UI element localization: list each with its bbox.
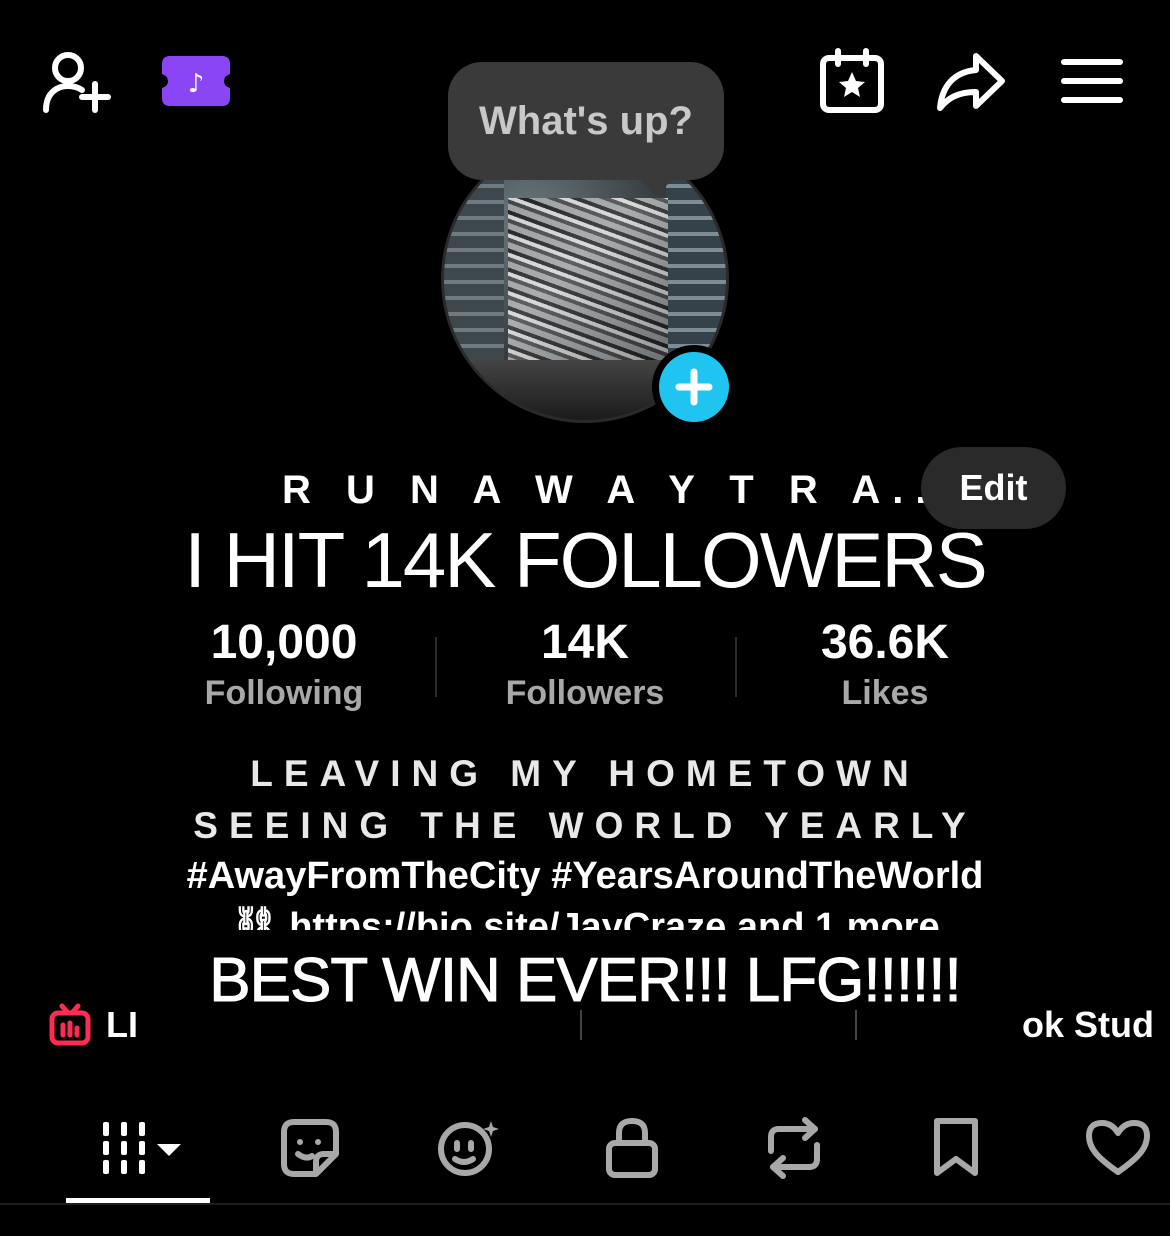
caption-overlay-top: I HIT 14K FOLLOWERS <box>184 516 987 604</box>
svg-text:♪: ♪ <box>188 69 205 99</box>
menu-icon[interactable] <box>1060 56 1124 106</box>
whats-up-tooltip[interactable]: What's up? <box>448 62 724 196</box>
profile-page: ♪ What's up? R U N A W A Y T R A... Edit… <box>0 0 1170 1236</box>
bio-link-text: https://bio.site/JayCraze and 1 more <box>289 906 940 930</box>
bio: LEAVING MY HOMETOWN SEEING THE WORLD YEA… <box>0 748 1170 902</box>
calendar-star-icon[interactable] <box>818 48 886 114</box>
tab-reposts[interactable] <box>744 1110 844 1190</box>
bio-link[interactable]: ⛓ https://bio.site/JayCraze and 1 more <box>0 902 1170 930</box>
repost-icon <box>761 1116 827 1184</box>
add-friend-icon[interactable] <box>40 48 116 116</box>
followers-label: Followers <box>505 674 665 712</box>
likes-stat[interactable]: 36.6K Likes <box>735 615 1035 715</box>
likes-count: 36.6K <box>820 616 950 669</box>
username-switcher[interactable]: R U N A W A Y T R A... <box>282 462 1004 518</box>
plus-icon <box>659 352 729 422</box>
videos-grid-icon <box>95 1118 191 1183</box>
tabs-divider <box>0 1203 1170 1205</box>
lock-icon <box>605 1117 659 1184</box>
following-count: 10,000 <box>210 616 358 669</box>
tab-videos[interactable] <box>88 1110 198 1190</box>
bookmark-icon <box>931 1117 981 1184</box>
caption-overlay-bottom: BEST WIN EVER!!! LFG!!!!!! <box>209 946 962 1016</box>
tiktok-ticket-icon[interactable]: ♪ <box>160 52 232 110</box>
following-stat[interactable]: 10,000 Following <box>134 615 434 715</box>
stickers-icon <box>280 1118 340 1183</box>
profile-tabs <box>0 1100 1170 1210</box>
ai-face-icon <box>437 1117 503 1184</box>
heart-icon <box>1085 1118 1151 1183</box>
tab-private[interactable] <box>582 1110 682 1190</box>
username: R U N A W A Y T R A... <box>282 467 962 512</box>
profile-stats: 10,000 Following 14K Followers 36.6K Lik… <box>0 615 1170 715</box>
tab-liked[interactable] <box>1068 1110 1168 1190</box>
share-icon[interactable] <box>936 50 1006 112</box>
likes-label: Likes <box>841 674 929 712</box>
following-label: Following <box>204 674 364 712</box>
link-icon: ⛓ <box>230 906 290 930</box>
bio-line-2: SEEING THE WORLD YEARLY <box>193 805 977 846</box>
bio-line-1: LEAVING MY HOMETOWN <box>250 753 920 794</box>
tab-favorites[interactable] <box>906 1110 1006 1190</box>
followers-count: 14K <box>540 616 630 669</box>
tab-stickers[interactable] <box>260 1110 360 1190</box>
tab-ai-self[interactable] <box>420 1110 520 1190</box>
bio-hashtags[interactable]: #AwayFromTheCity #YearsAroundTheWorld <box>0 850 1170 902</box>
add-story-button[interactable] <box>652 345 736 429</box>
avatar-inner-photo <box>508 198 668 363</box>
followers-stat[interactable]: 14K Followers <box>435 615 735 715</box>
